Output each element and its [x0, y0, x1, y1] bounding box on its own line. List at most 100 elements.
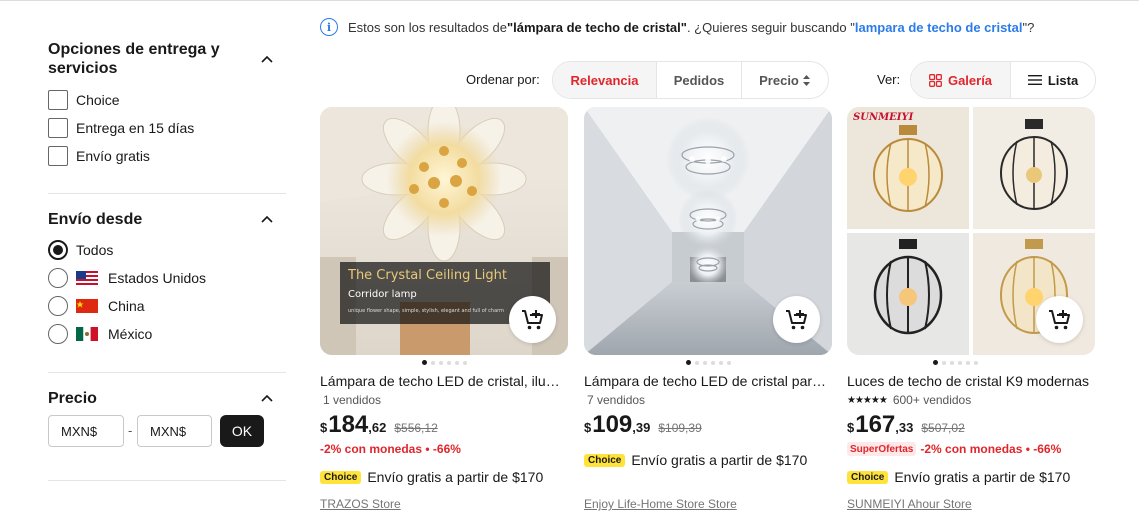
section-divider	[48, 193, 286, 194]
price-decimal: ,62	[368, 420, 387, 435]
product-title[interactable]: Lámpara de techo LED de cristal para pas…	[584, 372, 828, 390]
sold-count: 7 vendidos	[587, 393, 646, 407]
grid-icon	[929, 73, 942, 87]
product-title[interactable]: Lámpara de techo LED de cristal, ilumina…	[320, 372, 564, 390]
ship-from-label: China	[108, 298, 145, 314]
filter-option-label: Entrega en 15 días	[76, 120, 195, 136]
radio-button[interactable]	[48, 324, 68, 344]
sort-price-label: Precio	[759, 72, 799, 88]
filter-option-label: Envío gratis	[76, 148, 150, 164]
store-link[interactable]: Enjoy Life-Home Store Store	[584, 497, 737, 511]
filter-option-choice[interactable]: Choice	[48, 90, 120, 110]
filter-option-15-days[interactable]: Entrega en 15 días	[48, 118, 194, 138]
shipping-info: Choice Envío gratis a partir de $170	[320, 469, 543, 485]
sort-options: Relevancia Pedidos Precio	[552, 61, 829, 99]
product-image[interactable]: SUNMEIYI	[847, 107, 1095, 355]
add-to-cart-button[interactable]	[773, 296, 820, 343]
ship-from-usa[interactable]: Estados Unidos	[48, 268, 206, 288]
ship-from-mexico[interactable]: México	[48, 324, 152, 344]
shipping-label: Envío gratis a partir de $170	[894, 469, 1071, 485]
choice-badge: Choice	[847, 470, 889, 484]
ship-from-label: México	[108, 326, 153, 342]
shipping-label: Envío gratis a partir de $170	[367, 469, 544, 485]
sort-relevance-button[interactable]: Relevancia	[553, 62, 657, 98]
ship-from-title: Envío desde	[48, 211, 143, 228]
filter-option-free-shipping[interactable]: Envío gratis	[48, 146, 150, 166]
us-flag-icon	[76, 271, 98, 285]
notice-query: "lámpara de techo de cristal"	[506, 19, 687, 35]
checkbox[interactable]	[48, 146, 68, 166]
chevron-up-icon[interactable]	[260, 52, 274, 66]
radio-button[interactable]	[48, 296, 68, 316]
price-min-input[interactable]: MXN$	[48, 415, 124, 447]
product-image[interactable]: The Crystal Ceiling Light Corridor lamp …	[320, 107, 568, 355]
checkbox[interactable]	[48, 90, 68, 110]
sort-price-button[interactable]: Precio	[742, 62, 828, 98]
sort-arrows-icon	[802, 74, 810, 86]
product-image[interactable]	[584, 107, 832, 355]
ship-from-label: Todos	[76, 242, 114, 258]
brand-logo-text: SUNMEIYI	[853, 112, 914, 123]
price-range: MXN$ - MXN$ OK	[48, 415, 274, 447]
notice-prefix: Estos son los resultados de	[348, 19, 507, 35]
promo-label: -2% con monedas • -66%	[320, 442, 461, 456]
list-view-button[interactable]: Lista	[1011, 62, 1095, 98]
info-icon: i	[320, 18, 338, 36]
search-suggestion-link[interactable]: lampara de techo de cristal	[855, 20, 1023, 35]
price-original: $507,02	[921, 421, 965, 435]
price-currency: $	[847, 420, 855, 435]
ship-from-all[interactable]: Todos	[48, 240, 113, 260]
image-caption-subtitle: Corridor lamp	[348, 289, 417, 300]
promo-text: SuperOfertas -2% con monedas • -66%	[847, 442, 1061, 456]
product-sold: 1 vendidos	[323, 393, 381, 407]
gallery-label: Galería	[947, 72, 993, 88]
checkbox[interactable]	[48, 118, 68, 138]
price-separator: -	[128, 423, 133, 438]
top-divider	[0, 0, 1139, 1]
filter-option-label: Choice	[76, 92, 120, 108]
ship-from-china[interactable]: China	[48, 296, 145, 316]
radio-button[interactable]	[48, 268, 68, 288]
add-to-cart-button[interactable]	[1036, 296, 1083, 343]
add-to-cart-button[interactable]	[509, 296, 556, 343]
price-max-input[interactable]: MXN$	[137, 415, 212, 447]
choice-badge: Choice	[320, 470, 362, 484]
price-original: $556,12	[394, 421, 438, 435]
promo-label: -2% con monedas • -66%	[920, 442, 1062, 456]
chevron-up-icon[interactable]	[260, 391, 274, 405]
image-carousel-dots[interactable]	[847, 359, 1095, 367]
radio-button[interactable]	[48, 240, 68, 260]
shipping-info: Choice Envío gratis a partir de $170	[847, 469, 1070, 485]
ship-from-section: Envío desde Todos Estados Unidos China M…	[48, 210, 274, 344]
notice-middle: . ¿Quieres seguir buscando "	[686, 19, 855, 35]
section-divider	[48, 480, 286, 481]
sold-count: 1 vendidos	[323, 393, 382, 407]
promo-text: -2% con monedas • -66%	[320, 442, 461, 456]
cart-add-icon	[1048, 309, 1070, 329]
price-integer: 167	[855, 411, 896, 438]
shipping-info: Choice Envío gratis a partir de $170	[584, 452, 807, 468]
price-ok-button[interactable]: OK	[220, 415, 264, 447]
image-carousel-dots[interactable]	[320, 359, 568, 367]
image-carousel-dots[interactable]	[584, 359, 832, 367]
product-price: $ 109 ,39 $109,39	[584, 411, 702, 439]
product-price: $ 167 ,33 $507,02	[847, 411, 965, 439]
cart-add-icon	[785, 309, 807, 329]
product-title[interactable]: Luces de techo de cristal K9 modernas	[847, 372, 1091, 390]
sort-label: Ordenar por:	[466, 72, 540, 87]
notice-suffix: "?	[1022, 19, 1035, 35]
gallery-view-button[interactable]: Galería	[911, 62, 1011, 98]
rating-stars-icon: ★★★★★	[847, 394, 888, 406]
sort-orders-button[interactable]: Pedidos	[657, 62, 742, 98]
price-decimal: ,39	[632, 420, 651, 435]
store-link[interactable]: TRAZOS Store	[320, 497, 401, 511]
view-toggle: Galería Lista	[910, 61, 1096, 99]
price-filter-section: Precio MXN$ - MXN$ OK	[48, 389, 274, 447]
chevron-up-icon[interactable]	[260, 212, 274, 226]
view-label: Ver:	[877, 72, 901, 87]
china-flag-icon	[76, 299, 98, 313]
store-link[interactable]: SUNMEIYI Ahour Store	[847, 497, 972, 511]
price-currency: $	[584, 420, 592, 435]
image-caption-desc: unique flower shape, simple, stylish, el…	[348, 308, 504, 314]
delivery-filter-title: Opciones de entrega y servicios	[48, 41, 220, 77]
